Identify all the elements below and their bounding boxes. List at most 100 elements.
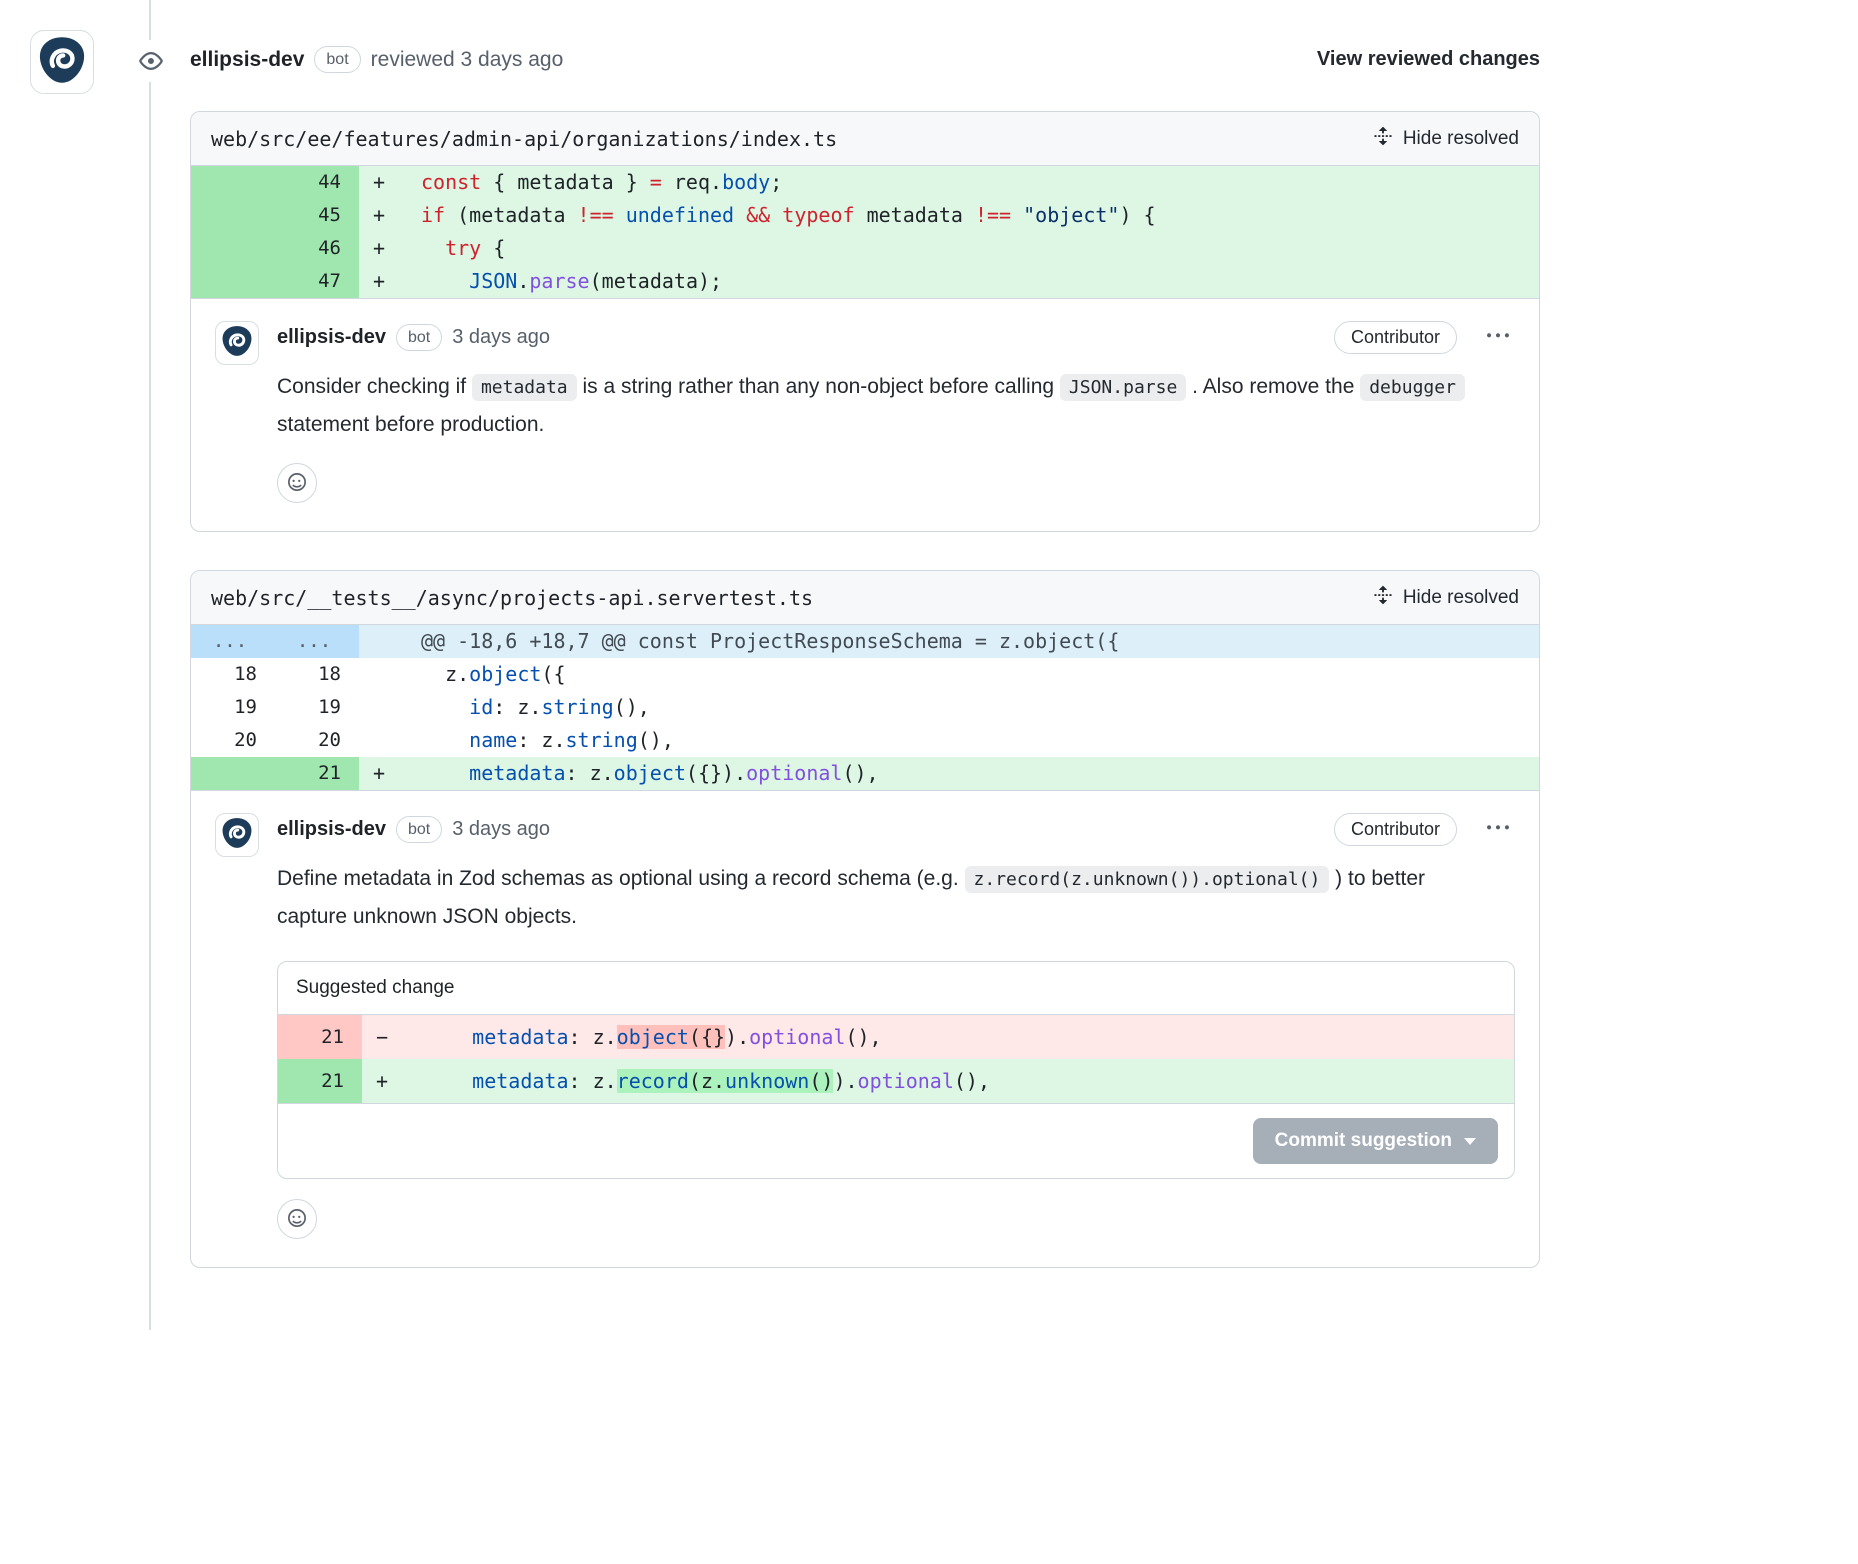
ellipsis-logo-icon [36, 34, 88, 91]
comment-author-avatar[interactable] [215, 813, 259, 857]
dropdown-caret-icon [1464, 1138, 1476, 1145]
line-number[interactable]: 19 [191, 691, 275, 724]
commit-suggestion-button[interactable]: Commit suggestion [1253, 1118, 1498, 1164]
comment-menu-button[interactable] [1481, 321, 1515, 354]
diff-code-line: id: z.string(), [359, 691, 1539, 724]
review-timeline-item: ellipsis-dev bot reviewed 3 days ago Vie… [0, 0, 1858, 1308]
diff-row: 2020 name: z.string(), [191, 724, 1539, 757]
reviewer-avatar[interactable] [30, 30, 94, 94]
comment-header: ellipsis-dev bot 3 days ago Contributor [277, 321, 1515, 354]
diff-row: 21+ metadata: z.object({}).optional(), [191, 757, 1539, 790]
line-number[interactable]: 18 [191, 658, 275, 691]
diff-row: 46+ try { [191, 232, 1539, 265]
diff-sign: + [373, 199, 421, 232]
diff-sign: + [373, 166, 421, 199]
line-number[interactable]: 19 [275, 691, 359, 724]
smiley-icon [288, 1209, 306, 1230]
hide-resolved-button[interactable]: Hide resolved [1373, 126, 1519, 152]
line-number[interactable]: 18 [275, 658, 359, 691]
line-number[interactable] [191, 757, 275, 790]
line-number[interactable]: 21 [278, 1059, 362, 1103]
bot-badge: bot [314, 46, 360, 73]
line-number[interactable]: 21 [278, 1015, 362, 1059]
diff-code-line: + try { [359, 232, 1539, 265]
line-number[interactable] [191, 199, 275, 232]
expand-hunk-gutter[interactable]: ... [275, 625, 359, 658]
file-path[interactable]: web/src/ee/features/admin-api/organizati… [211, 127, 837, 151]
bot-badge: bot [396, 816, 442, 843]
line-number[interactable]: 47 [275, 265, 359, 298]
diff-code-line: + metadata: z.object({}).optional(), [359, 757, 1539, 790]
ellipsis-logo-icon [220, 324, 254, 363]
diff-code-line: +if (metadata !== undefined && typeof me… [359, 199, 1539, 232]
diff-row: 21− metadata: z.object({}).optional(), [278, 1015, 1514, 1059]
view-reviewed-changes-link[interactable]: View reviewed changes [1317, 48, 1540, 71]
file-path[interactable]: web/src/__tests__/async/projects-api.ser… [211, 586, 813, 610]
suggested-change-title: Suggested change [278, 962, 1514, 1015]
review-header: ellipsis-dev bot reviewed 3 days ago Vie… [190, 46, 1540, 73]
add-reaction-button[interactable] [277, 463, 317, 503]
contributor-badge: Contributor [1334, 813, 1457, 846]
diff-row: 1919 id: z.string(), [191, 691, 1539, 724]
add-reaction-button[interactable] [277, 1199, 317, 1239]
diff-row: 21+ metadata: z.record(z.unknown()).opti… [278, 1059, 1514, 1103]
diff-code-line: z.object({ [359, 658, 1539, 691]
diff-row: 44+const { metadata } = req.body; [191, 166, 1539, 199]
line-number[interactable]: 44 [275, 166, 359, 199]
commit-suggestion-label: Commit suggestion [1275, 1130, 1452, 1152]
comment-author[interactable]: ellipsis-dev [277, 818, 386, 841]
inline-code: JSON.parse [1060, 374, 1186, 401]
inline-code: debugger [1360, 374, 1465, 401]
line-number[interactable] [191, 265, 275, 298]
inline-code: z.record(z.unknown()).optional() [965, 866, 1330, 893]
diff-sign: − [376, 1015, 424, 1059]
review-thread-card-2: web/src/__tests__/async/projects-api.ser… [190, 570, 1540, 1268]
diff-code-line: name: z.string(), [359, 724, 1539, 757]
line-number[interactable]: 45 [275, 199, 359, 232]
diff-code-line: + JSON.parse(metadata); [359, 265, 1539, 298]
diff-code-line: @@ -18,6 +18,7 @@ const ProjectResponseS… [359, 625, 1539, 658]
comment-timestamp[interactable]: 3 days ago [452, 818, 550, 841]
diff-sign: + [376, 1059, 424, 1103]
comment-author-avatar[interactable] [215, 321, 259, 365]
smiley-icon [288, 473, 306, 494]
hide-resolved-button[interactable]: Hide resolved [1373, 585, 1519, 611]
unfold-icon [1373, 585, 1393, 611]
comment-body: Consider checking if metadata is a strin… [277, 368, 1497, 443]
comment-header: ellipsis-dev bot 3 days ago Contributor [277, 813, 1515, 846]
diff-row: ......@@ -18,6 +18,7 @@ const ProjectRes… [191, 625, 1539, 658]
line-number[interactable] [191, 166, 275, 199]
review-eye-icon [130, 40, 172, 82]
line-number[interactable]: 46 [275, 232, 359, 265]
diff-row: 45+if (metadata !== undefined && typeof … [191, 199, 1539, 232]
diff-code-line: + metadata: z.record(z.unknown()).option… [362, 1059, 1514, 1103]
diff-code-line: +const { metadata } = req.body; [359, 166, 1539, 199]
diff-sign: + [373, 232, 421, 265]
review-comment: ellipsis-dev bot 3 days ago Contributor … [191, 790, 1539, 1267]
suggestion-diff-table: 21− metadata: z.object({}).optional(),21… [278, 1015, 1514, 1103]
hide-resolved-label: Hide resolved [1403, 128, 1519, 150]
comment-menu-button[interactable] [1481, 813, 1515, 846]
diff-table: 44+const { metadata } = req.body;45+if (… [191, 166, 1539, 298]
expand-hunk-gutter[interactable]: ... [191, 625, 275, 658]
line-number[interactable]: 20 [275, 724, 359, 757]
ellipsis-logo-icon [220, 816, 254, 855]
contributor-badge: Contributor [1334, 321, 1457, 354]
diff-code-line: − metadata: z.object({}).optional(), [362, 1015, 1514, 1059]
comment-author[interactable]: ellipsis-dev [277, 326, 386, 349]
reviewer-name[interactable]: ellipsis-dev [190, 48, 304, 72]
line-number[interactable] [191, 232, 275, 265]
line-number[interactable]: 20 [191, 724, 275, 757]
timeline-line [149, 0, 151, 1330]
suggestion-footer: Commit suggestion [278, 1103, 1514, 1178]
comment-timestamp[interactable]: 3 days ago [452, 326, 550, 349]
diff-sign: + [373, 265, 421, 298]
hide-resolved-label: Hide resolved [1403, 587, 1519, 609]
line-number[interactable]: 21 [275, 757, 359, 790]
diff-sign: + [373, 757, 421, 790]
bot-badge: bot [396, 324, 442, 351]
diff-row: 1818 z.object({ [191, 658, 1539, 691]
inline-code: metadata [472, 374, 577, 401]
comment-body: Define metadata in Zod schemas as option… [277, 860, 1497, 935]
file-header: web/src/ee/features/admin-api/organizati… [191, 112, 1539, 166]
